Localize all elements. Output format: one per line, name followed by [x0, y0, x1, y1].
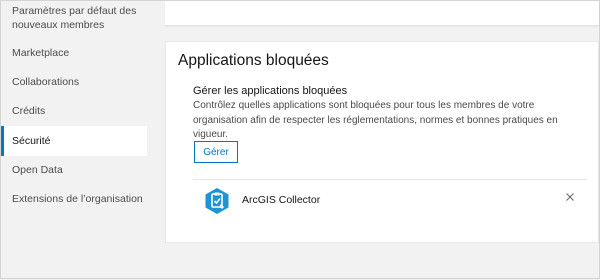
sidebar-item-collaborations[interactable]: Collaborations	[1, 75, 147, 89]
sidebar-item-label: Sécurité	[12, 135, 51, 147]
sidebar: Paramètres par défaut des nouveaux membr…	[1, 1, 147, 280]
previous-section-card	[165, 1, 599, 26]
sidebar-item-label: Collaborations	[12, 76, 80, 88]
sidebar-item-credits[interactable]: Crédits	[1, 104, 147, 118]
section-description: Contrôlez quelles applications sont bloq…	[193, 100, 558, 140]
divider	[193, 179, 587, 180]
section-subtitle: Gérer les applications bloquées	[193, 85, 348, 97]
app-name: ArcGIS Collector	[242, 194, 321, 206]
collector-app-icon	[203, 187, 231, 215]
sidebar-item-new-member-defaults[interactable]: Paramètres par défaut des nouveaux membr…	[1, 4, 147, 32]
sidebar-item-security[interactable]: Sécurité	[1, 126, 147, 156]
sidebar-item-open-data[interactable]: Open Data	[1, 163, 147, 177]
sidebar-item-marketplace[interactable]: Marketplace	[1, 46, 147, 60]
sidebar-item-label: Paramètres par défaut des nouveaux membr…	[12, 5, 137, 31]
sidebar-item-label: Crédits	[12, 105, 46, 117]
sidebar-item-label: Open Data	[12, 164, 63, 176]
manage-button[interactable]: Gérer	[194, 141, 238, 163]
close-icon[interactable]	[563, 190, 577, 204]
sidebar-item-label: Extensions de l’organisation	[12, 193, 143, 205]
blocked-apps-card: Applications bloquées Gérer les applicat…	[165, 41, 599, 243]
sidebar-item-organization-extensions[interactable]: Extensions de l’organisation	[1, 192, 147, 206]
sidebar-item-label: Marketplace	[12, 47, 70, 59]
section-title: Applications bloquées	[178, 52, 329, 69]
